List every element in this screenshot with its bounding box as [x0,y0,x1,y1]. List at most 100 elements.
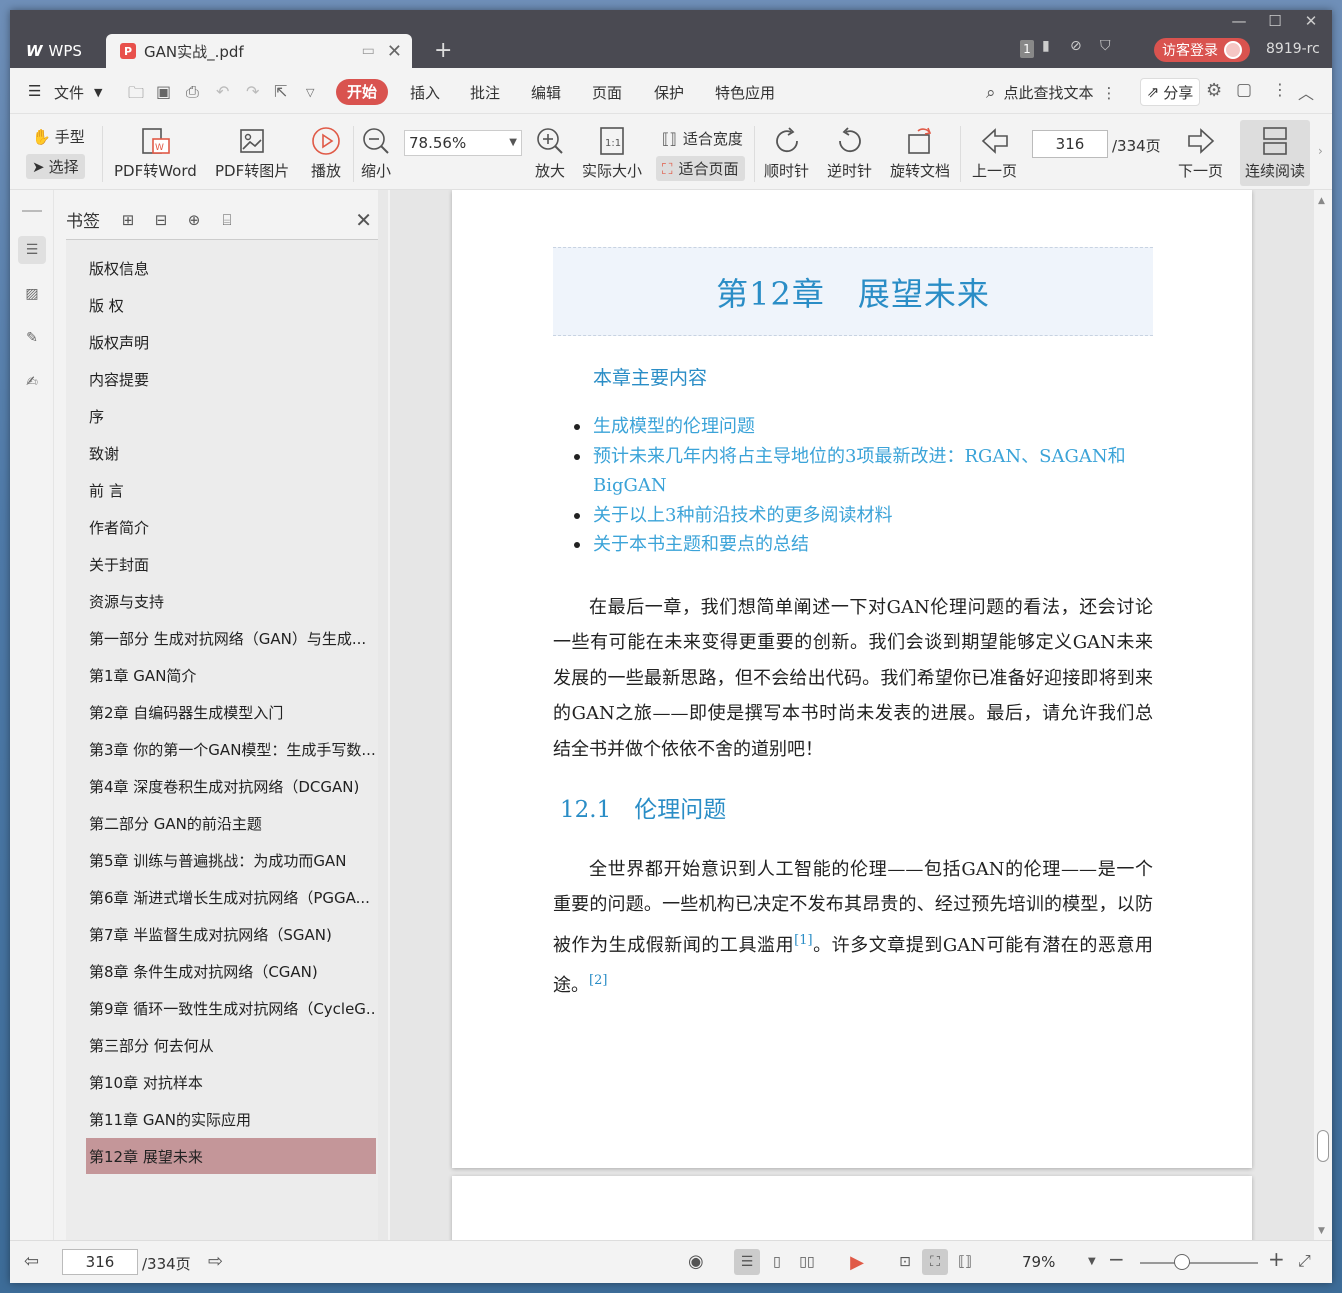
zoom-in-button[interactable]: 放大 [534,124,566,181]
actual-size-icon[interactable]: ⊡ [892,1249,918,1275]
select-tool-button[interactable]: ➤ 选择 [26,154,85,179]
continuous-view-icon[interactable]: ☰ [734,1249,760,1275]
redo-icon[interactable]: ↷ [246,82,259,101]
new-tab-button[interactable]: + [434,38,452,63]
print-icon[interactable]: ⎙ [186,82,199,102]
close-icon[interactable]: ✕ [355,208,372,232]
footnote-ref[interactable]: [2] [589,973,607,988]
menu-start[interactable]: 开始 [336,79,388,105]
prev-page-icon[interactable]: ⇦ [24,1251,39,1272]
collapse-ribbon-icon[interactable]: ︿ [1298,80,1314,104]
bookmark-item[interactable]: ▸第9章 循环一致性生成对抗网络（CycleG... [86,990,376,1026]
bookmark-item[interactable]: ▸第2章 自编码器生成模型入门 [86,694,376,730]
bookmark-item[interactable]: ▸第10章 对抗样本 [86,1064,376,1100]
bookmark-item[interactable]: ▸第7章 半监督生成对抗网络（SGAN) [86,916,376,952]
chevron-right-icon[interactable]: › [1318,144,1323,158]
menu-annotate[interactable]: 批注 [470,82,500,103]
eye-icon[interactable]: ◉ [688,1251,704,1272]
hand-tool-button[interactable]: ✋ 手型 [26,124,91,149]
actual-size-button[interactable]: 1:1 实际大小 [582,124,642,181]
zoom-plus-icon[interactable]: + [1268,1247,1285,1271]
export-icon[interactable]: ⇱ [274,82,287,101]
fit-width-button[interactable]: ⟦⟧ 适合宽度 [656,126,749,151]
bookmark-item[interactable]: 关于封面 [86,546,376,582]
add-bookmark-icon[interactable]: ⊞ [116,211,140,229]
bookmark-item[interactable]: 版权声明 [86,324,376,360]
prev-page-button[interactable]: 上一页 [972,124,1017,181]
expand-all-icon[interactable]: ⊟ [149,211,173,229]
skin-icon[interactable]: ⊘ [1070,38,1082,54]
add-child-bookmark-icon[interactable]: ⊕ [182,211,206,229]
bookmark-item[interactable]: ▸第11章 GAN的实际应用 [86,1101,376,1137]
single-page-view-icon[interactable]: ▯ [764,1249,790,1275]
bookmark-item[interactable]: 作者简介 [86,509,376,545]
play-button[interactable]: 播放 [310,124,342,181]
search-box[interactable]: ⌕ 点此查找文本 ⋮ [986,82,1117,103]
bookmark-item[interactable]: ▸第8章 条件生成对抗网络（CGAN) [86,953,376,989]
more-quick-access-icon[interactable]: ▽ [306,86,314,99]
fit-page-icon[interactable]: ⛶ [922,1249,948,1275]
document-scrollbar[interactable]: ▲ ▼ [1314,190,1332,1240]
share-button[interactable]: ⇗ 分享 [1140,78,1200,106]
fit-page-button[interactable]: ⛶ 适合页面 [656,156,745,181]
annotation-icon[interactable]: ✎ [18,324,46,352]
comment-icon[interactable]: ▢ [1236,80,1252,100]
scroll-down-icon[interactable]: ▼ [1318,1226,1325,1236]
pdf-to-image-button[interactable]: PDF转图片 [215,124,289,181]
menu-page[interactable]: 页面 [592,82,622,103]
bookmark-item[interactable]: ▸第1章 GAN简介 [86,657,376,693]
save-icon[interactable]: ▣ [156,82,171,101]
zoom-out-button[interactable]: 缩小 [360,124,392,181]
rotate-document-button[interactable]: 旋转文档 [890,124,950,181]
menu-file[interactable]: 文件 [54,82,84,103]
scroll-thumb[interactable] [1317,1130,1329,1162]
bookmark-item[interactable]: 内容提要 [86,361,376,397]
tab-wps-home[interactable]: W WPS [14,34,102,68]
bookmark-item[interactable]: ▸第4章 深度卷积生成对抗网络（DCGAN) [86,768,376,804]
bookmark-item[interactable]: 致谢 [86,435,376,471]
bookmark-item[interactable]: 序 [86,398,376,434]
minimize-button[interactable]: — [1224,12,1254,30]
chevron-down-icon[interactable]: ▼ [1088,1256,1096,1267]
status-zoom-value[interactable]: 79% [1022,1253,1055,1271]
page-number-input[interactable]: 316 [1032,130,1108,158]
more-options-icon[interactable]: ⋮ [1272,80,1288,99]
undo-icon[interactable]: ↶ [216,82,229,101]
bookmark-list-icon[interactable]: ☰ [18,236,46,264]
close-tab-icon[interactable]: ✕ [387,41,402,62]
signature-icon[interactable]: ✍ [18,368,46,396]
bookmark-item[interactable]: 第一部分 生成对抗网络（GAN）与生成... [86,620,376,656]
rotate-clockwise-button[interactable]: 顺时针 [764,124,809,181]
zoom-slider-knob[interactable] [1174,1254,1190,1270]
menu-protect[interactable]: 保护 [654,82,684,103]
double-page-view-icon[interactable]: ▯▯ [794,1249,820,1275]
menu-special[interactable]: 特色应用 [715,82,775,103]
shirt-icon[interactable]: ⛉ [1100,38,1111,54]
bookmark-item[interactable]: 第三部分 何去何从 [86,1027,376,1063]
menu-insert[interactable]: 插入 [410,82,440,103]
pdf-to-word-button[interactable]: W PDF转Word [114,124,197,181]
login-button[interactable]: 访客登录 [1154,38,1250,62]
layout-icon[interactable]: ▮ [1042,38,1050,54]
bookmark-item[interactable]: 第二部分 GAN的前沿主题 [86,805,376,841]
bookmark-item[interactable]: ▸第6章 渐进式增长生成对抗网络（PGGA... [86,879,376,915]
menu-edit[interactable]: 编辑 [531,82,561,103]
fullscreen-icon[interactable]: ⤢ [1298,1251,1311,1271]
open-folder-icon[interactable]: 🗀 [128,82,144,109]
bookmark-icon[interactable]: ⌸ [215,211,239,229]
maximize-button[interactable]: ☐ [1260,12,1290,30]
more-vertical-icon[interactable]: ⋮ [1102,84,1117,102]
sidebar-scrollbar[interactable] [378,190,388,1240]
scroll-up-icon[interactable]: ▲ [1318,196,1325,206]
tab-document[interactable]: P GAN实战_.pdf ▭ ✕ [106,34,412,68]
zoom-select[interactable]: 78.56% ▼ [404,130,522,156]
gear-icon[interactable]: ⚙ [1206,80,1222,101]
close-window-button[interactable]: ✕ [1296,12,1326,30]
bookmark-item[interactable]: ▸第12章 展望未来 [86,1138,376,1174]
zoom-slider-track[interactable] [1140,1262,1258,1264]
zoom-minus-icon[interactable]: − [1108,1247,1125,1271]
thumbnail-icon[interactable]: ▨ [18,280,46,308]
footnote-ref[interactable]: [1] [794,933,812,948]
bookmark-item[interactable]: ▸第3章 你的第一个GAN模型：生成手写数... [86,731,376,767]
fit-width-icon[interactable]: ⟦⟧ [952,1249,978,1275]
